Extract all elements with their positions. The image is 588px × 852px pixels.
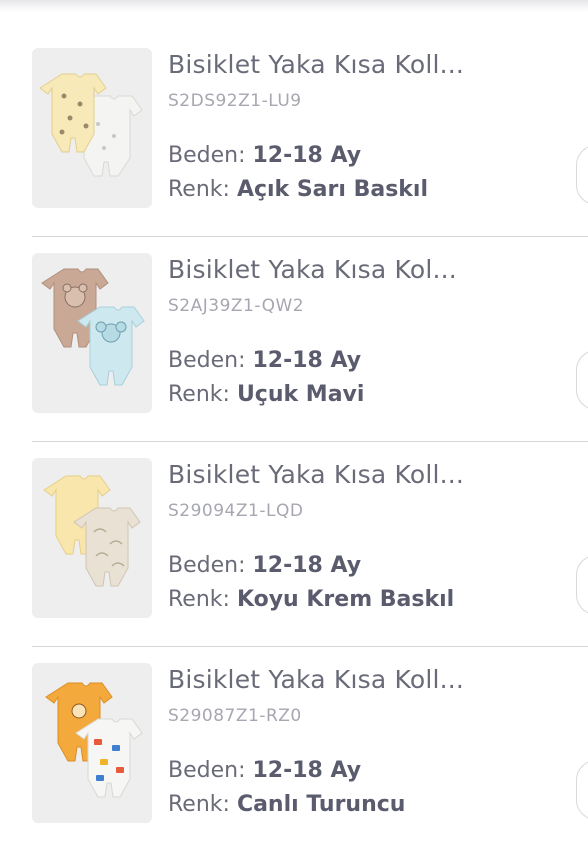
cart-item[interactable]: Bisiklet Yaka Kısa Kol... S2AJ39Z1-QW2 B…	[0, 237, 588, 442]
quantity-stepper[interactable]	[576, 760, 588, 820]
product-image[interactable]	[32, 663, 152, 823]
romper-set-cream-print-icon	[43, 475, 141, 587]
size-row: Beden: 12-18 Ay	[168, 348, 361, 373]
romper-set-orange-print-icon	[45, 682, 143, 798]
color-value: Uçuk Mavi	[236, 382, 365, 407]
product-title[interactable]: Bisiklet Yaka Kısa Koll...	[168, 665, 464, 694]
product-image[interactable]	[32, 458, 152, 618]
color-row: Renk: Açık Sarı Baskıl	[168, 177, 428, 202]
size-value: 12-18 Ay	[252, 143, 362, 168]
size-value: 12-18 Ay	[252, 348, 362, 373]
color-value: Canlı Turuncu	[236, 792, 406, 817]
color-label: Renk:	[168, 177, 230, 202]
quantity-stepper[interactable]	[576, 145, 588, 205]
color-label: Renk:	[168, 382, 230, 407]
size-value: 12-18 Ay	[252, 553, 362, 578]
size-row: Beden: 12-18 Ay	[168, 758, 361, 783]
quantity-stepper[interactable]	[576, 555, 588, 615]
color-value: Açık Sarı Baskıl	[236, 177, 428, 202]
romper-set-yellow-print-icon	[39, 73, 143, 177]
product-title[interactable]: Bisiklet Yaka Kısa Koll...	[168, 460, 464, 489]
size-label: Beden:	[168, 553, 246, 578]
color-label: Renk:	[168, 792, 230, 817]
top-shadow	[0, 0, 588, 12]
product-code: S2AJ39Z1-QW2	[168, 296, 305, 316]
color-row: Renk: Canlı Turuncu	[168, 792, 405, 817]
romper-set-blue-bear-icon	[41, 268, 145, 386]
cart-item[interactable]: Bisiklet Yaka Kısa Koll... S29094Z1-LQD …	[0, 442, 588, 647]
product-title[interactable]: Bisiklet Yaka Kısa Koll...	[168, 50, 464, 79]
cart-item[interactable]: Bisiklet Yaka Kısa Koll... S2DS92Z1-LU9 …	[0, 32, 588, 237]
product-code: S29094Z1-LQD	[168, 501, 304, 521]
color-label: Renk:	[168, 587, 230, 612]
color-value: Koyu Krem Baskıl	[236, 587, 455, 612]
size-value: 12-18 Ay	[252, 758, 362, 783]
quantity-stepper[interactable]	[576, 350, 588, 410]
size-label: Beden:	[168, 348, 246, 373]
cart-item[interactable]: Bisiklet Yaka Kısa Koll... S29087Z1-RZ0 …	[0, 647, 588, 852]
product-image[interactable]	[32, 253, 152, 413]
size-label: Beden:	[168, 758, 246, 783]
product-code: S29087Z1-RZ0	[168, 706, 302, 726]
product-title[interactable]: Bisiklet Yaka Kısa Kol...	[168, 255, 457, 284]
color-row: Renk: Koyu Krem Baskıl	[168, 587, 454, 612]
product-code: S2DS92Z1-LU9	[168, 91, 302, 111]
product-image[interactable]	[32, 48, 152, 208]
size-row: Beden: 12-18 Ay	[168, 143, 361, 168]
color-row: Renk: Uçuk Mavi	[168, 382, 364, 407]
size-label: Beden:	[168, 143, 246, 168]
size-row: Beden: 12-18 Ay	[168, 553, 361, 578]
